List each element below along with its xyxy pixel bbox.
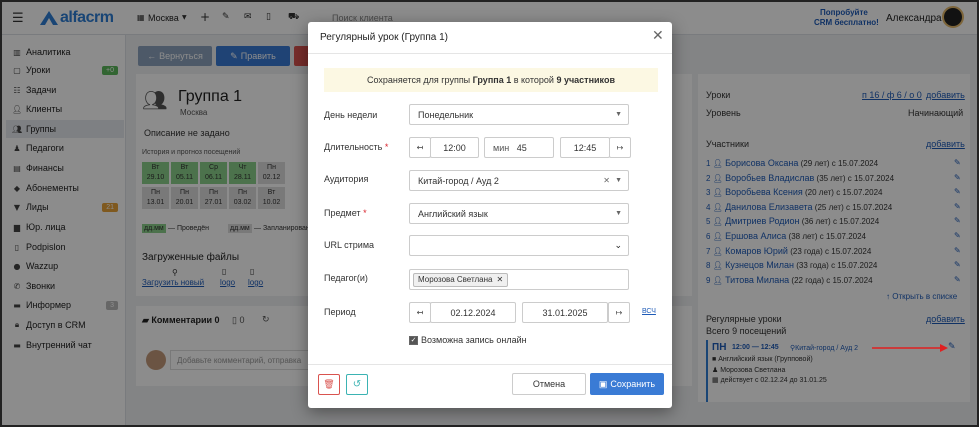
save-button[interactable]: ▣ Сохранить xyxy=(590,373,664,395)
app-frame: ☰ alfacrm ▦ Москва ▼ + ✎ ✉ ▯ ⛟ Поиск кли… xyxy=(0,0,979,427)
room-select[interactable]: Китай-город / Ауд 2 ✕ ▼ xyxy=(409,170,629,191)
period-link[interactable]: ВСЧ xyxy=(642,308,656,315)
day-label: День недели xyxy=(324,110,378,120)
time-start-button[interactable]: ↤ xyxy=(409,137,431,158)
chevron-down-icon: ▼ xyxy=(615,210,622,217)
history-button[interactable]: ↺ xyxy=(346,374,368,395)
arrow-out-icon: ↦ xyxy=(615,308,623,317)
chevron-down-icon: ▼ xyxy=(615,111,622,118)
arrow-in-icon: ↤ xyxy=(416,308,424,317)
cancel-button[interactable]: Отмена xyxy=(512,373,586,395)
save-note: Сохраняется для группы Группа 1 в которо… xyxy=(324,68,658,92)
online-checkbox[interactable]: ✓ xyxy=(409,335,418,345)
history-icon: ↺ xyxy=(352,379,362,390)
time-start-input[interactable]: 12:00 xyxy=(430,137,479,158)
delete-button[interactable]: 🗑︎ xyxy=(318,374,340,395)
teacher-label: Педагог(и) xyxy=(324,273,368,283)
period-end-button[interactable]: ↦ xyxy=(608,302,630,323)
trash-icon: 🗑︎ xyxy=(323,379,335,389)
teacher-select[interactable]: Морозова Светлана ✕ xyxy=(409,269,629,290)
period-label: Период xyxy=(324,307,356,317)
date-start-input[interactable]: 02.12.2024 xyxy=(430,302,516,323)
modal-footer: 🗑︎ ↺ Отмена ▣ Сохранить xyxy=(308,364,672,408)
arrow-out-icon: ↦ xyxy=(616,143,624,152)
period-start-button[interactable]: ↤ xyxy=(409,302,431,323)
minutes-input[interactable]: мин 45 xyxy=(484,137,554,158)
duration-label: Длительность * xyxy=(324,142,389,152)
online-checkbox-row[interactable]: ✓ Возможна запись онлайн xyxy=(409,335,527,345)
arrow-in-icon: ↤ xyxy=(416,143,424,152)
day-select[interactable]: Понедельник ▼ xyxy=(409,104,629,125)
date-end-input[interactable]: 31.01.2025 xyxy=(522,302,608,323)
teacher-chip[interactable]: Морозова Светлана ✕ xyxy=(413,272,509,287)
close-icon[interactable]: ✕ xyxy=(652,28,664,44)
save-icon: ▣ xyxy=(598,378,608,389)
time-end-button[interactable]: ↦ xyxy=(609,137,631,158)
stream-label: URL стрима xyxy=(324,240,375,250)
remove-icon[interactable]: ✕ xyxy=(496,275,503,284)
clear-icon[interactable]: ✕ xyxy=(603,176,610,185)
chevron-down-icon: ▼ xyxy=(615,177,622,184)
regular-lesson-modal: Регулярный урок (Группа 1) ✕ Сохраняется… xyxy=(308,22,672,408)
subject-label: Предмет * xyxy=(324,208,367,218)
modal-header: Регулярный урок (Группа 1) ✕ xyxy=(308,22,672,54)
chevron-down-icon: ⌄ xyxy=(614,240,622,250)
time-end-input[interactable]: 12:45 xyxy=(560,137,610,158)
subject-select[interactable]: Английский язык ▼ xyxy=(409,203,629,224)
stream-select[interactable]: ⌄ xyxy=(409,235,629,256)
annotation-arrow-right xyxy=(872,344,948,352)
room-label: Аудитория xyxy=(324,174,369,184)
modal-title: Регулярный урок (Группа 1) xyxy=(320,32,448,43)
